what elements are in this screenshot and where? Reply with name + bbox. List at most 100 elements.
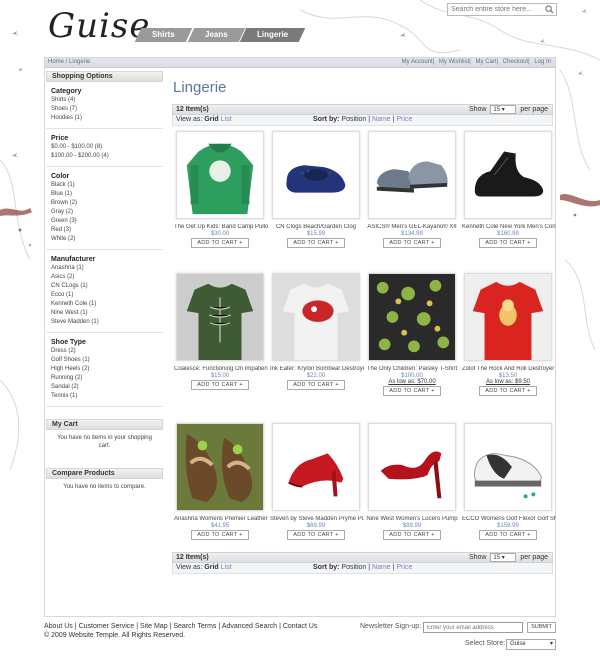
product-image[interactable]	[464, 273, 552, 361]
filter-option[interactable]: Shoes (7)	[51, 105, 158, 114]
filter-option[interactable]: Hoodies (1)	[51, 114, 158, 123]
product-image[interactable]	[368, 423, 456, 511]
filter-option[interactable]: $0.00 - $100.00 (8)	[51, 143, 158, 152]
product-price: $22.00	[306, 373, 326, 379]
filter-option[interactable]: Sandal (2)	[51, 383, 158, 392]
product-name[interactable]: ECCO Womens Golf Flexor Golf Shoe	[460, 516, 556, 522]
filter-option[interactable]: Kenneth Cole (1)	[51, 300, 158, 309]
view-grid[interactable]: Grid	[204, 564, 218, 571]
product-image[interactable]	[176, 273, 264, 361]
per-page-select[interactable]: 15 ▾	[490, 553, 517, 562]
filter-option[interactable]: Golf Shoes (1)	[51, 356, 158, 365]
filter-option[interactable]: Gray (2)	[51, 208, 158, 217]
sort-price-link[interactable]: Price	[396, 116, 412, 123]
sort-price-link[interactable]: Price	[396, 564, 412, 571]
filter-option[interactable]: Tennis (1)	[51, 392, 158, 401]
product-name[interactable]: Steven by Steve Madden Pryme Pump	[268, 516, 364, 522]
footer-link-contact[interactable]: Contact Us	[283, 623, 318, 630]
filter-option[interactable]: CN CLogs (1)	[51, 282, 158, 291]
product-name[interactable]: Ink Eater: Krylon Bombear Destroyed	[268, 366, 364, 372]
filter-option[interactable]: Shirts (4)	[51, 96, 158, 105]
product-name[interactable]: The Only Children: Paisley T-Shirt	[364, 366, 460, 372]
filter-option[interactable]: Dress (2)	[51, 347, 158, 356]
page-frame: Home / Lingerie My Account| My Wishlist|…	[44, 57, 556, 617]
product-name[interactable]: Coalesce: Functioning On Impatience	[172, 366, 268, 372]
filter-option[interactable]: Green (3)	[51, 217, 158, 226]
filter-option[interactable]: Ecco (1)	[51, 291, 158, 300]
product-name[interactable]: The Get Up Kids: Band Camp Pullover	[172, 224, 268, 230]
product-price: $15.99	[306, 231, 326, 237]
filter-option[interactable]: Steve Madden (1)	[51, 318, 158, 327]
breadcrumb-home[interactable]: Home	[48, 59, 64, 65]
link-my-cart[interactable]: My Cart	[475, 59, 496, 65]
product-price: $69.99	[306, 523, 326, 529]
filter-option[interactable]: Brown (2)	[51, 199, 158, 208]
filter-option[interactable]: $100.00 - $200.00 (4)	[51, 152, 158, 161]
product-image[interactable]	[368, 131, 456, 219]
tab-jeans[interactable]: Jeans	[187, 28, 245, 42]
link-my-wishlist[interactable]: My Wishlist	[439, 59, 469, 65]
footer-link-about[interactable]: About Us	[44, 623, 73, 630]
add-to-cart-button[interactable]: ADD TO CART +	[479, 530, 537, 540]
tab-shirts[interactable]: Shirts	[134, 28, 192, 42]
product-name[interactable]: Nine West Women's Lucero Pump	[364, 516, 460, 522]
add-to-cart-button[interactable]: ADD TO CART +	[383, 238, 441, 248]
product-name[interactable]: CN Clogs Beach/Garden Clog	[268, 224, 364, 230]
product-name[interactable]: Anashria Womens Premier Leather	[172, 516, 268, 522]
add-to-cart-button[interactable]: ADD TO CART +	[479, 386, 537, 396]
tab-lingerie[interactable]: Lingerie	[240, 28, 306, 42]
search-input[interactable]	[447, 3, 557, 16]
link-login[interactable]: Log In	[534, 59, 551, 65]
product-image[interactable]	[272, 131, 360, 219]
add-to-cart-button[interactable]: ADD TO CART +	[191, 238, 249, 248]
footer-link-search-terms[interactable]: Search Terms	[173, 623, 216, 630]
filter-option[interactable]: Running (2)	[51, 374, 158, 383]
store-select-label: Select Store:	[465, 640, 506, 647]
add-to-cart-button[interactable]: ADD TO CART +	[479, 238, 537, 248]
product-image[interactable]	[368, 273, 456, 361]
filter-option[interactable]: Asics (2)	[51, 273, 158, 282]
add-to-cart-button[interactable]: ADD TO CART +	[191, 380, 249, 390]
link-checkout[interactable]: Checkout	[503, 59, 528, 65]
sort-position[interactable]: Position	[341, 116, 366, 123]
add-to-cart-button[interactable]: ADD TO CART +	[287, 380, 345, 390]
view-as-label: View as:	[176, 564, 203, 571]
newsletter-submit-button[interactable]: SUBMIT	[527, 622, 556, 633]
add-to-cart-button[interactable]: ADD TO CART +	[287, 238, 345, 248]
add-to-cart-button[interactable]: ADD TO CART +	[287, 530, 345, 540]
filter-option[interactable]: Red (3)	[51, 226, 158, 235]
per-page-select[interactable]: 15 ▾	[490, 105, 517, 114]
newsletter-email-input[interactable]	[423, 622, 523, 633]
product-image[interactable]	[176, 131, 264, 219]
product-image[interactable]	[464, 131, 552, 219]
add-to-cart-button[interactable]: ADD TO CART +	[191, 530, 249, 540]
filter-option[interactable]: Anashria (1)	[51, 264, 158, 273]
footer-link-site-map[interactable]: Site Map	[140, 623, 168, 630]
product-name[interactable]: Kenneth Cole New York Men's Con	[460, 224, 556, 230]
product-name[interactable]: ASICS® Men's GEL-Kayano® XII	[364, 224, 460, 230]
add-to-cart-button[interactable]: ADD TO CART +	[383, 386, 441, 396]
product-image[interactable]	[464, 423, 552, 511]
filter-option[interactable]: Nine West (1)	[51, 309, 158, 318]
product-image[interactable]	[272, 423, 360, 511]
view-grid[interactable]: Grid	[204, 116, 218, 123]
link-my-account[interactable]: My Account	[402, 59, 433, 65]
filter-option[interactable]: High Heels (2)	[51, 365, 158, 374]
product-name[interactable]: Zolof The Rock And Roll Destroyer	[460, 366, 556, 372]
sort-position[interactable]: Position	[341, 564, 366, 571]
filter-option[interactable]: Blue (1)	[51, 190, 158, 199]
store-select[interactable]: Guise ▾	[506, 639, 556, 650]
footer-link-customer-service[interactable]: Customer Service	[79, 623, 135, 630]
sort-name-link[interactable]: Name	[372, 564, 391, 571]
view-list-link[interactable]: List	[221, 564, 232, 571]
product-image[interactable]	[272, 273, 360, 361]
sort-name-link[interactable]: Name	[372, 116, 391, 123]
search-icon[interactable]	[545, 5, 554, 14]
add-to-cart-button[interactable]: ADD TO CART +	[383, 530, 441, 540]
paisley-shirt-image	[369, 274, 455, 360]
product-image[interactable]	[176, 423, 264, 511]
footer-link-advanced-search[interactable]: Advanced Search	[222, 623, 277, 630]
filter-option[interactable]: Black (1)	[51, 181, 158, 190]
filter-option[interactable]: White (2)	[51, 235, 158, 244]
view-list-link[interactable]: List	[221, 116, 232, 123]
